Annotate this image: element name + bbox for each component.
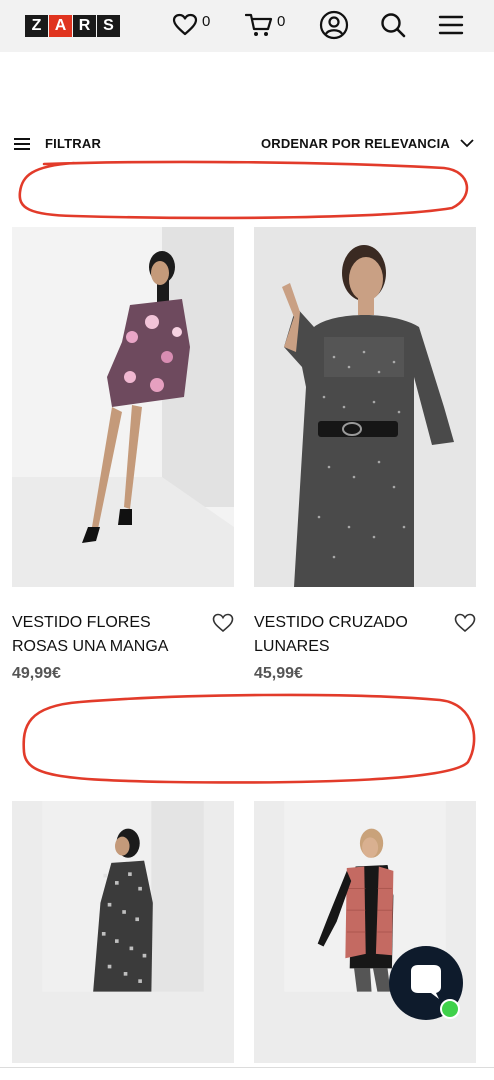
online-status-dot [440, 999, 460, 1019]
cart-button[interactable]: 0 [245, 10, 285, 40]
heart-icon [172, 13, 198, 36]
user-icon [319, 10, 349, 40]
search-button[interactable] [380, 10, 406, 40]
product-price: 45,99€ [254, 665, 303, 682]
product-name[interactable]: VESTIDO CRUZADO LUNARES [254, 611, 444, 659]
product-info: VESTIDO CRUZADO LUNARES 45,99€ [254, 611, 476, 683]
cart-count: 0 [277, 12, 286, 30]
product-card[interactable] [254, 801, 476, 1063]
logo-letter: A [49, 15, 72, 37]
zars-logo[interactable]: Z A R S [25, 15, 120, 37]
heart-icon[interactable] [454, 613, 476, 633]
product-image[interactable] [12, 801, 234, 1063]
list-filter-icon [14, 137, 30, 150]
red-annotation-oval [18, 160, 469, 220]
menu-button[interactable] [438, 10, 464, 40]
hamburger-menu-icon [438, 15, 464, 35]
filter-label: FILTRAR [45, 136, 102, 151]
logo-letter: R [73, 15, 96, 37]
account-button[interactable] [319, 10, 349, 40]
heart-icon[interactable] [212, 613, 234, 633]
filter-button[interactable]: FILTRAR [13, 136, 101, 151]
sort-label: ORDENAR POR RELEVANCIA [260, 136, 450, 151]
chat-button[interactable] [389, 946, 463, 1020]
product-card[interactable]: VESTIDO CRUZADO LUNARES 45,99€ [254, 227, 476, 683]
cart-icon [245, 13, 273, 36]
product-info: VESTIDO FLORES ROSAS UNA MANGA 49,99€ [12, 611, 234, 683]
product-image[interactable] [254, 227, 476, 587]
divider [0, 1067, 494, 1068]
search-icon [381, 13, 406, 38]
wishlist-count: 0 [202, 12, 211, 30]
product-card[interactable]: VESTIDO FLORES ROSAS UNA MANGA 49,99€ [12, 227, 234, 683]
product-image[interactable] [254, 801, 476, 1063]
product-image[interactable] [12, 227, 234, 587]
logo-letter: Z [25, 15, 48, 37]
red-annotation-oval [22, 693, 476, 784]
product-price: 49,99€ [12, 665, 61, 682]
product-card[interactable] [12, 801, 234, 1063]
product-listing-page: Z A R S 0 0 FILTRAR ORDENAR POR RELEVANC… [0, 0, 494, 1080]
wishlist-button[interactable]: 0 [172, 10, 210, 40]
chevron-down-icon [460, 139, 474, 148]
sort-dropdown[interactable]: ORDENAR POR RELEVANCIA [261, 136, 474, 151]
logo-letter: S [97, 15, 120, 37]
product-name[interactable]: VESTIDO FLORES ROSAS UNA MANGA [12, 611, 202, 659]
top-header: Z A R S 0 0 [0, 0, 494, 52]
filter-sort-bar: FILTRAR ORDENAR POR RELEVANCIA [0, 128, 494, 160]
